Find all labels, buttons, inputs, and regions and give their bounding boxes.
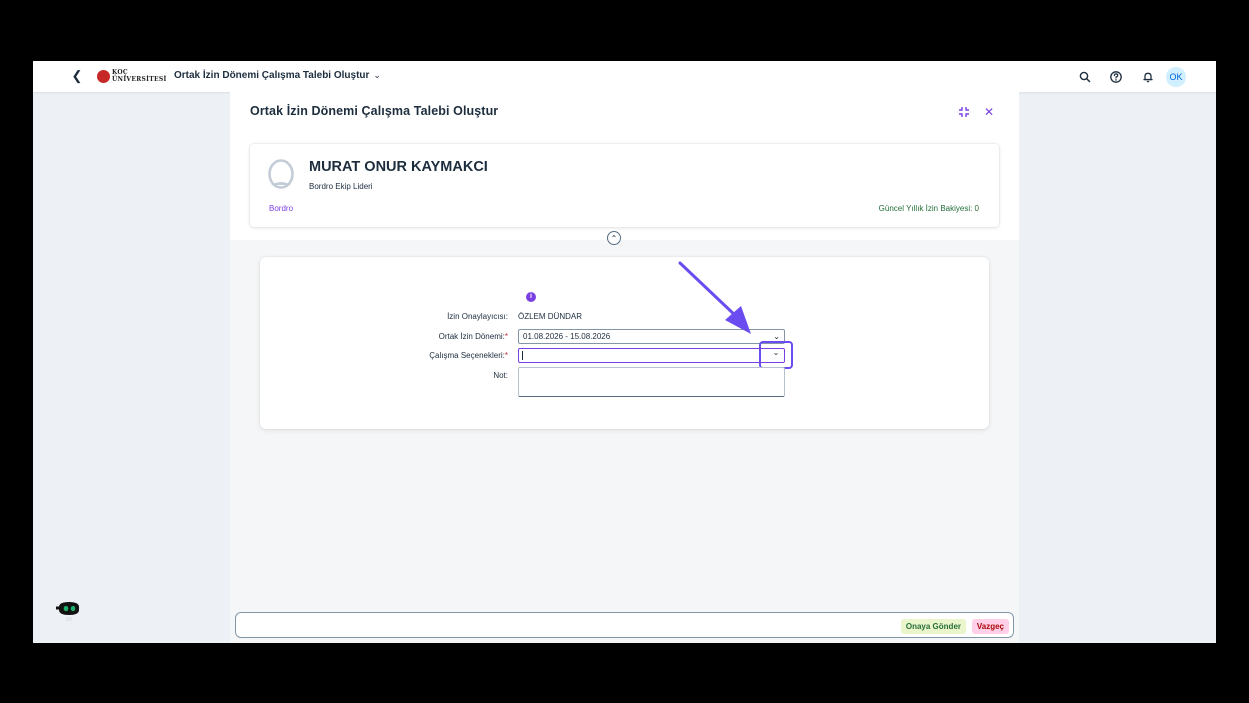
chevron-up-icon: ⌃ <box>610 234 618 243</box>
submit-button[interactable]: Onaya Gönder <box>900 619 966 634</box>
employee-name: MURAT ONUR KAYMAKCI <box>309 159 488 175</box>
logo-text-bottom: ÜNİVERSİTESİ <box>112 76 167 83</box>
exit-fullscreen-icon <box>959 107 969 117</box>
employee-department-link[interactable]: Bordro <box>269 204 293 213</box>
approver-label: İzin Onaylayıcısı: <box>447 312 508 321</box>
bell-icon <box>1143 72 1153 83</box>
app-title: Ortak İzin Dönemi Çalışma Talebi Oluştur <box>174 70 370 81</box>
fullscreen-button[interactable] <box>955 103 973 121</box>
required-mark: * <box>504 332 508 341</box>
page-title: Ortak İzin Dönemi Çalışma Talebi Oluştur <box>250 104 499 118</box>
period-value: 01.08.2026 - 15.08.2026 <box>523 332 611 341</box>
logo-emblem <box>97 70 110 83</box>
note-label: Not: <box>493 371 508 380</box>
collapse-header-button[interactable]: ⌃ <box>607 231 621 245</box>
search-icon <box>1079 71 1091 83</box>
chevron-down-icon: ⌄ <box>373 70 381 80</box>
period-label-text: Ortak İzin Dönemi: <box>438 332 505 341</box>
info-icon[interactable]: i <box>526 292 536 302</box>
cancel-button[interactable]: Vazgeç <box>971 619 1009 634</box>
back-button[interactable]: ❮ <box>69 68 85 84</box>
note-textarea[interactable] <box>518 367 785 397</box>
search-button[interactable] <box>1077 69 1093 85</box>
shell-bar: ❮ KOÇ ÜNİVERSİTESİ Ortak İzin Dönemi Çal… <box>33 61 1216 92</box>
user-placeholder-icon <box>268 159 294 189</box>
period-label: Ortak İzin Dönemi:* <box>439 332 508 341</box>
assistant-icon[interactable] <box>56 599 82 623</box>
main-column: Ortak İzin Dönemi Çalışma Talebi Oluştur… <box>230 92 1019 643</box>
employee-card: MURAT ONUR KAYMAKCI Bordro Ekip Lideri B… <box>250 144 999 227</box>
options-label: Çalışma Seçenekleri:* <box>429 351 508 360</box>
help-button[interactable] <box>1108 69 1124 85</box>
app-title-menu[interactable]: Ortak İzin Dönemi Çalışma Talebi Oluştur… <box>174 70 381 81</box>
period-select[interactable]: 01.08.2026 - 15.08.2026 ⌄ <box>518 329 785 344</box>
required-mark: * <box>504 351 508 360</box>
request-form: i İzin Onaylayıcısı: ÖZLEM DÜNDAR Ortak … <box>260 257 989 429</box>
options-combobox[interactable] <box>518 348 785 363</box>
employee-role: Bordro Ekip Lideri <box>309 182 373 191</box>
approver-value: ÖZLEM DÜNDAR <box>518 312 583 321</box>
user-avatar[interactable]: OK <box>1166 67 1186 87</box>
logo-text-top: KOÇ <box>112 69 128 76</box>
options-dropdown-button[interactable]: ⌄ <box>759 341 793 369</box>
chevron-down-icon: ⌄ <box>772 348 780 357</box>
close-button[interactable]: ✕ <box>980 103 998 121</box>
object-page-header: Ortak İzin Dönemi Çalışma Talebi Oluştur… <box>230 92 1019 240</box>
footer-toolbar: Onaya Gönder Vazgeç <box>235 612 1014 638</box>
options-label-text: Çalışma Seçenekleri: <box>429 351 505 360</box>
close-icon: ✕ <box>983 105 995 119</box>
text-caret <box>522 351 523 360</box>
help-icon <box>1110 71 1122 83</box>
university-logo[interactable]: KOÇ ÜNİVERSİTESİ <box>97 69 166 85</box>
chevron-left-icon: ❮ <box>71 68 83 83</box>
leave-balance: Güncel Yıllık İzin Bakiyesi: 0 <box>878 204 979 213</box>
app-screen: ❮ KOÇ ÜNİVERSİTESİ Ortak İzin Dönemi Çal… <box>33 61 1216 643</box>
notifications-button[interactable] <box>1140 69 1156 85</box>
